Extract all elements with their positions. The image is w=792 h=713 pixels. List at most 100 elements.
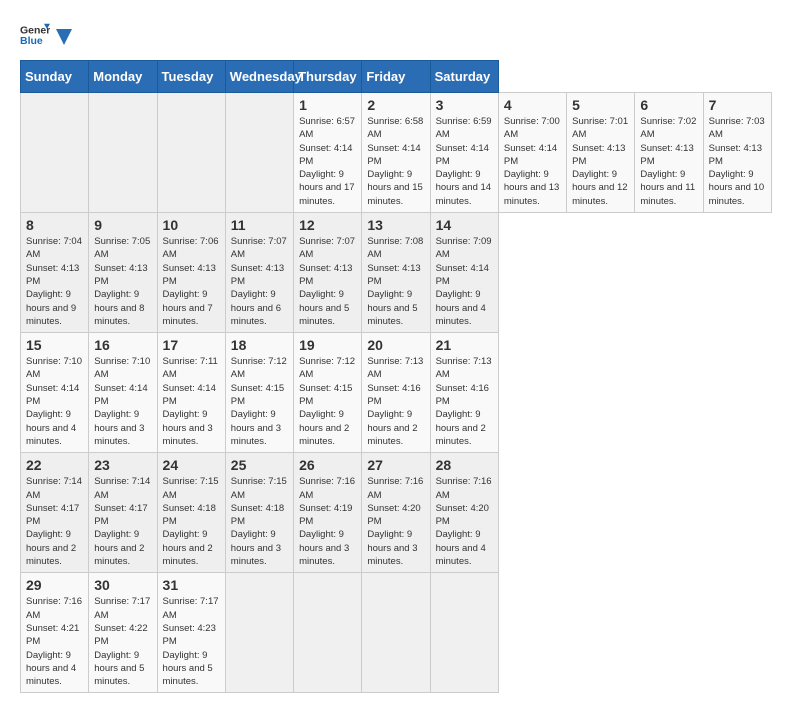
calendar-cell: 21 Sunrise: 7:13 AM Sunset: 4:16 PM Dayl… — [430, 333, 498, 453]
calendar-week-row: 8 Sunrise: 7:04 AM Sunset: 4:13 PM Dayli… — [21, 213, 772, 333]
day-info: Sunrise: 7:04 AM Sunset: 4:13 PM Dayligh… — [26, 235, 83, 328]
calendar-cell: 16 Sunrise: 7:10 AM Sunset: 4:14 PM Dayl… — [89, 333, 157, 453]
day-info: Sunrise: 7:15 AM Sunset: 4:18 PM Dayligh… — [231, 475, 288, 568]
day-info: Sunrise: 7:07 AM Sunset: 4:13 PM Dayligh… — [231, 235, 288, 328]
day-number: 9 — [94, 217, 151, 233]
day-info: Sunrise: 7:13 AM Sunset: 4:16 PM Dayligh… — [436, 355, 493, 448]
day-info: Sunrise: 6:59 AM Sunset: 4:14 PM Dayligh… — [436, 115, 493, 208]
calendar-cell: 30 Sunrise: 7:17 AM Sunset: 4:22 PM Dayl… — [89, 573, 157, 693]
calendar-cell: 24 Sunrise: 7:15 AM Sunset: 4:18 PM Dayl… — [157, 453, 225, 573]
day-info: Sunrise: 7:11 AM Sunset: 4:14 PM Dayligh… — [163, 355, 220, 448]
day-header-tuesday: Tuesday — [157, 61, 225, 93]
day-info: Sunrise: 7:13 AM Sunset: 4:16 PM Dayligh… — [367, 355, 424, 448]
logo-icon: General Blue — [20, 20, 50, 50]
day-number: 20 — [367, 337, 424, 353]
day-info: Sunrise: 7:12 AM Sunset: 4:15 PM Dayligh… — [231, 355, 288, 448]
calendar-cell: 8 Sunrise: 7:04 AM Sunset: 4:13 PM Dayli… — [21, 213, 89, 333]
day-header-monday: Monday — [89, 61, 157, 93]
calendar-cell: 5 Sunrise: 7:01 AM Sunset: 4:13 PM Dayli… — [567, 93, 635, 213]
day-info: Sunrise: 7:09 AM Sunset: 4:14 PM Dayligh… — [436, 235, 493, 328]
day-info: Sunrise: 7:10 AM Sunset: 4:14 PM Dayligh… — [26, 355, 83, 448]
day-info: Sunrise: 7:17 AM Sunset: 4:23 PM Dayligh… — [163, 595, 220, 688]
day-info: Sunrise: 7:08 AM Sunset: 4:13 PM Dayligh… — [367, 235, 424, 328]
day-number: 11 — [231, 217, 288, 233]
day-info: Sunrise: 7:14 AM Sunset: 4:17 PM Dayligh… — [26, 475, 83, 568]
calendar-cell: 29 Sunrise: 7:16 AM Sunset: 4:21 PM Dayl… — [21, 573, 89, 693]
calendar-cell — [89, 93, 157, 213]
logo: General Blue — [20, 20, 74, 50]
day-number: 4 — [504, 97, 561, 113]
day-number: 6 — [640, 97, 697, 113]
day-info: Sunrise: 7:00 AM Sunset: 4:14 PM Dayligh… — [504, 115, 561, 208]
calendar-cell: 13 Sunrise: 7:08 AM Sunset: 4:13 PM Dayl… — [362, 213, 430, 333]
day-number: 21 — [436, 337, 493, 353]
calendar-week-row: 29 Sunrise: 7:16 AM Sunset: 4:21 PM Dayl… — [21, 573, 772, 693]
calendar-cell: 2 Sunrise: 6:58 AM Sunset: 4:14 PM Dayli… — [362, 93, 430, 213]
calendar-cell: 19 Sunrise: 7:12 AM Sunset: 4:15 PM Dayl… — [294, 333, 362, 453]
calendar-cell: 10 Sunrise: 7:06 AM Sunset: 4:13 PM Dayl… — [157, 213, 225, 333]
day-info: Sunrise: 7:16 AM Sunset: 4:19 PM Dayligh… — [299, 475, 356, 568]
day-number: 15 — [26, 337, 83, 353]
calendar-cell: 20 Sunrise: 7:13 AM Sunset: 4:16 PM Dayl… — [362, 333, 430, 453]
day-info: Sunrise: 7:06 AM Sunset: 4:13 PM Dayligh… — [163, 235, 220, 328]
day-info: Sunrise: 7:03 AM Sunset: 4:13 PM Dayligh… — [709, 115, 766, 208]
day-number: 2 — [367, 97, 424, 113]
calendar-cell: 26 Sunrise: 7:16 AM Sunset: 4:19 PM Dayl… — [294, 453, 362, 573]
calendar-cell: 3 Sunrise: 6:59 AM Sunset: 4:14 PM Dayli… — [430, 93, 498, 213]
day-number: 25 — [231, 457, 288, 473]
calendar-cell — [294, 573, 362, 693]
calendar-cell: 22 Sunrise: 7:14 AM Sunset: 4:17 PM Dayl… — [21, 453, 89, 573]
calendar-cell: 7 Sunrise: 7:03 AM Sunset: 4:13 PM Dayli… — [703, 93, 771, 213]
calendar-cell: 4 Sunrise: 7:00 AM Sunset: 4:14 PM Dayli… — [498, 93, 566, 213]
day-number: 10 — [163, 217, 220, 233]
calendar-cell: 31 Sunrise: 7:17 AM Sunset: 4:23 PM Dayl… — [157, 573, 225, 693]
calendar-table: SundayMondayTuesdayWednesdayThursdayFrid… — [20, 60, 772, 693]
day-headers-row: SundayMondayTuesdayWednesdayThursdayFrid… — [21, 61, 772, 93]
calendar-cell: 27 Sunrise: 7:16 AM Sunset: 4:20 PM Dayl… — [362, 453, 430, 573]
calendar-cell: 9 Sunrise: 7:05 AM Sunset: 4:13 PM Dayli… — [89, 213, 157, 333]
calendar-cell: 1 Sunrise: 6:57 AM Sunset: 4:14 PM Dayli… — [294, 93, 362, 213]
day-number: 7 — [709, 97, 766, 113]
day-info: Sunrise: 7:16 AM Sunset: 4:21 PM Dayligh… — [26, 595, 83, 688]
calendar-cell — [225, 573, 293, 693]
calendar-cell: 6 Sunrise: 7:02 AM Sunset: 4:13 PM Dayli… — [635, 93, 703, 213]
day-number: 8 — [26, 217, 83, 233]
calendar-cell — [21, 93, 89, 213]
day-info: Sunrise: 7:02 AM Sunset: 4:13 PM Dayligh… — [640, 115, 697, 208]
day-number: 13 — [367, 217, 424, 233]
calendar-cell — [157, 93, 225, 213]
day-number: 29 — [26, 577, 83, 593]
day-info: Sunrise: 7:16 AM Sunset: 4:20 PM Dayligh… — [436, 475, 493, 568]
day-info: Sunrise: 6:58 AM Sunset: 4:14 PM Dayligh… — [367, 115, 424, 208]
day-header-friday: Friday — [362, 61, 430, 93]
svg-text:Blue: Blue — [20, 35, 43, 47]
day-info: Sunrise: 7:05 AM Sunset: 4:13 PM Dayligh… — [94, 235, 151, 328]
day-number: 28 — [436, 457, 493, 473]
day-info: Sunrise: 7:17 AM Sunset: 4:22 PM Dayligh… — [94, 595, 151, 688]
day-header-sunday: Sunday — [21, 61, 89, 93]
calendar-cell: 17 Sunrise: 7:11 AM Sunset: 4:14 PM Dayl… — [157, 333, 225, 453]
day-info: Sunrise: 7:14 AM Sunset: 4:17 PM Dayligh… — [94, 475, 151, 568]
calendar-cell: 18 Sunrise: 7:12 AM Sunset: 4:15 PM Dayl… — [225, 333, 293, 453]
day-number: 24 — [163, 457, 220, 473]
day-number: 22 — [26, 457, 83, 473]
calendar-cell: 28 Sunrise: 7:16 AM Sunset: 4:20 PM Dayl… — [430, 453, 498, 573]
day-info: Sunrise: 6:57 AM Sunset: 4:14 PM Dayligh… — [299, 115, 356, 208]
day-info: Sunrise: 7:16 AM Sunset: 4:20 PM Dayligh… — [367, 475, 424, 568]
day-info: Sunrise: 7:07 AM Sunset: 4:13 PM Dayligh… — [299, 235, 356, 328]
day-header-wednesday: Wednesday — [225, 61, 293, 93]
calendar-cell: 25 Sunrise: 7:15 AM Sunset: 4:18 PM Dayl… — [225, 453, 293, 573]
day-header-saturday: Saturday — [430, 61, 498, 93]
calendar-cell — [430, 573, 498, 693]
day-info: Sunrise: 7:15 AM Sunset: 4:18 PM Dayligh… — [163, 475, 220, 568]
calendar-cell — [225, 93, 293, 213]
day-number: 3 — [436, 97, 493, 113]
day-info: Sunrise: 7:10 AM Sunset: 4:14 PM Dayligh… — [94, 355, 151, 448]
day-number: 5 — [572, 97, 629, 113]
day-number: 19 — [299, 337, 356, 353]
day-number: 27 — [367, 457, 424, 473]
calendar-cell: 11 Sunrise: 7:07 AM Sunset: 4:13 PM Dayl… — [225, 213, 293, 333]
day-number: 12 — [299, 217, 356, 233]
calendar-cell — [362, 573, 430, 693]
calendar-cell: 12 Sunrise: 7:07 AM Sunset: 4:13 PM Dayl… — [294, 213, 362, 333]
